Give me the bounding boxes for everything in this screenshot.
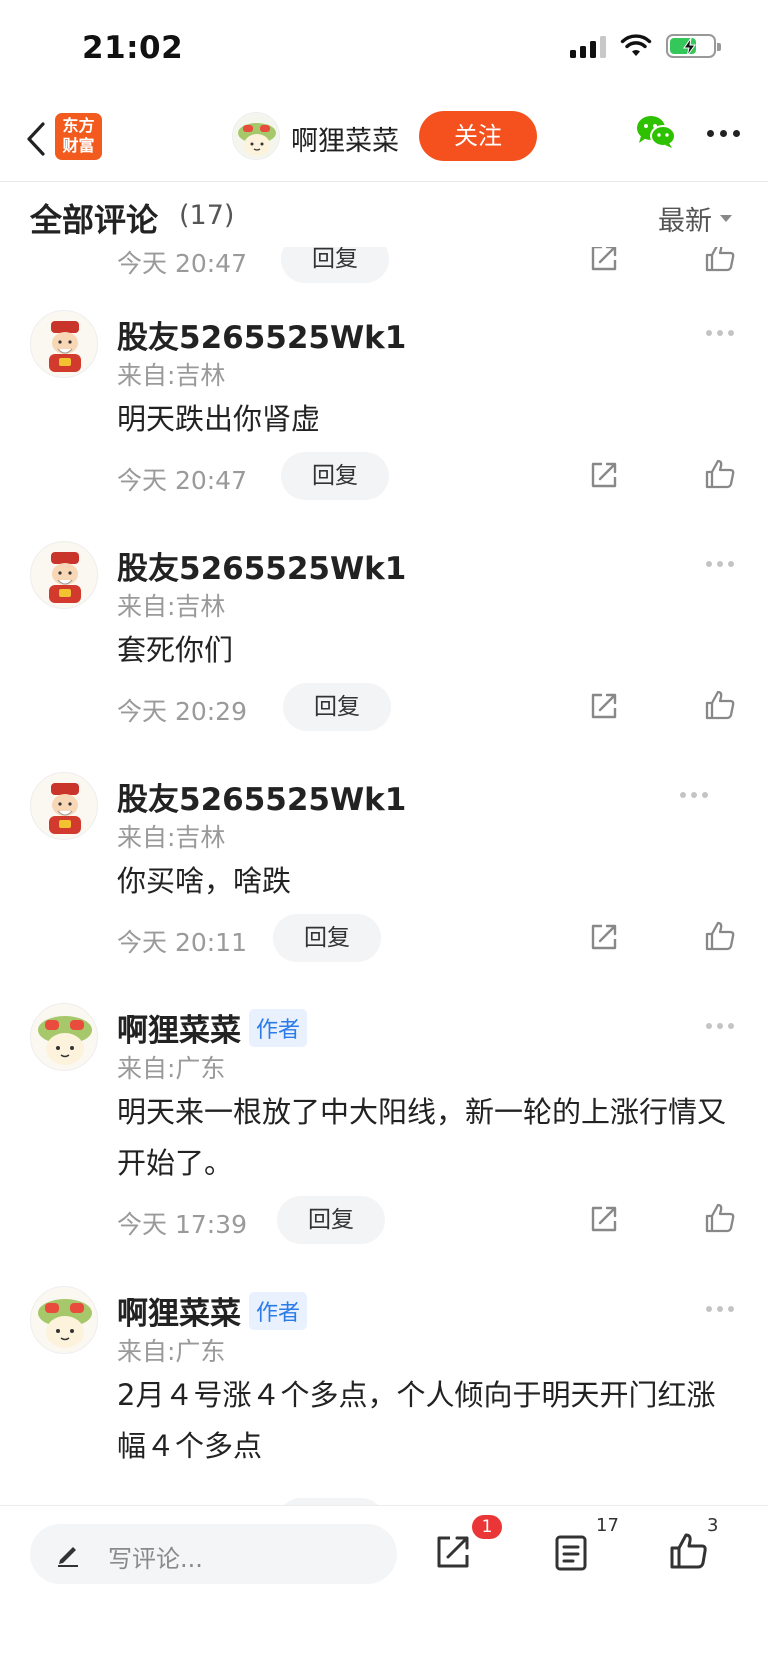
comment-time: 今天 20:11 xyxy=(117,928,247,957)
toolbar-like-icon[interactable] xyxy=(668,1530,710,1572)
comment-list-icon[interactable] xyxy=(553,1533,589,1573)
like-icon[interactable] xyxy=(703,1201,737,1235)
author-comment-avatar[interactable] xyxy=(30,1003,98,1071)
follow-button[interactable]: 关注 xyxy=(419,111,537,161)
toolbar-share-icon[interactable] xyxy=(433,1532,473,1572)
comment-action-row: 今天 20:11 回复 xyxy=(0,914,768,964)
username-text: 股友5265525Wk1 xyxy=(117,782,407,818)
comment-action-row: 今天 20:29 回复 xyxy=(0,683,768,733)
comment-time: 今天 20:47 xyxy=(117,466,247,495)
comments-header: 全部评论 (17) 最新 xyxy=(0,183,768,247)
comment-text: 你买啥，啥跌 xyxy=(117,864,292,898)
comment-location: 来自:广东 xyxy=(117,1054,226,1083)
wifi-icon xyxy=(620,34,652,56)
reply-button[interactable] xyxy=(277,1498,385,1505)
comments-count: (17) xyxy=(179,200,235,231)
comment-location: 来自:广东 xyxy=(117,1337,226,1366)
logo-text-line1: 东方 xyxy=(62,116,95,135)
comment-count: 17 xyxy=(596,1515,619,1536)
nav-bar: 东方 财富 啊狸菜菜 关注 xyxy=(0,100,768,182)
reply-button[interactable]: 回复 xyxy=(281,247,389,283)
sort-caret-icon xyxy=(720,215,732,222)
eastmoney-logo[interactable]: 东方 财富 xyxy=(55,113,102,160)
like-icon[interactable] xyxy=(703,457,737,491)
comments-title: 全部评论 xyxy=(30,201,159,239)
like-icon[interactable] xyxy=(703,247,737,274)
comment-text: 明天来一根放了中大阳线，新一轮的上涨行情又开始了。 xyxy=(117,1095,727,1180)
comment-input-placeholder: 写评论... xyxy=(108,1545,203,1573)
comment-text: 2月４号涨４个多点，个人倾向于明天开门红涨幅４个多点 xyxy=(117,1378,716,1463)
comment-location: 来自:吉林 xyxy=(117,592,226,621)
comment-time: 今天 20:29 xyxy=(117,697,247,726)
comment-more-icon[interactable] xyxy=(706,330,734,336)
sort-label: 最新 xyxy=(658,206,712,237)
status-time: 21:02 xyxy=(82,30,184,66)
comment-action-row: 今天 20:47 回复 xyxy=(0,452,768,502)
comment-username[interactable]: 啊狸菜菜 作者 xyxy=(117,1288,308,1333)
comment-more-icon[interactable] xyxy=(706,561,734,567)
comment-more-icon[interactable] xyxy=(706,1306,734,1312)
logo-text-line2: 财富 xyxy=(62,136,95,155)
share-icon[interactable] xyxy=(588,1203,620,1235)
author-badge: 作者 xyxy=(249,1008,308,1047)
sort-select[interactable]: 最新 xyxy=(658,199,732,238)
comment-more-icon[interactable] xyxy=(680,792,708,798)
author-comment-avatar[interactable] xyxy=(30,1286,98,1354)
user-avatar[interactable] xyxy=(30,310,98,378)
nav-username[interactable]: 啊狸菜菜 xyxy=(291,119,399,158)
comment-location: 来自:吉林 xyxy=(117,823,226,852)
status-icons xyxy=(570,34,721,58)
share-icon[interactable] xyxy=(588,459,620,491)
like-icon[interactable] xyxy=(703,688,737,722)
username-text: 股友5265525Wk1 xyxy=(117,320,407,356)
comment-list[interactable]: 今天 20:47 回复 股友5265525Wk1 来自:吉林 明天跌出你肾虚 今… xyxy=(0,247,768,1505)
reply-button[interactable]: 回复 xyxy=(277,1196,385,1244)
comment-text: 明天跌出你肾虚 xyxy=(117,402,321,436)
share-icon[interactable] xyxy=(588,921,620,953)
author-avatar[interactable] xyxy=(232,112,280,160)
like-icon[interactable] xyxy=(703,919,737,953)
comment-username[interactable]: 股友5265525Wk1 xyxy=(117,543,406,588)
comment-more-icon[interactable] xyxy=(706,1023,734,1029)
comment-location: 来自:吉林 xyxy=(117,361,226,390)
comment-text: 套死你们 xyxy=(117,633,234,667)
comment-action-row: 今天 20:47 回复 xyxy=(0,247,768,285)
reply-button[interactable]: 回复 xyxy=(283,683,391,731)
reply-button[interactable]: 回复 xyxy=(273,914,381,962)
comment-username[interactable]: 股友5265525Wk1 xyxy=(117,312,406,357)
comment-time: 今天 20:47 xyxy=(117,249,247,278)
wechat-share-icon[interactable] xyxy=(635,114,677,154)
battery-icon xyxy=(666,34,721,58)
comment-action-row: 今天 17:39 回复 xyxy=(0,1196,768,1246)
username-text: 啊狸菜菜 xyxy=(117,1013,241,1049)
comment-username[interactable]: 啊狸菜菜 作者 xyxy=(117,1005,308,1050)
more-options-icon[interactable] xyxy=(707,130,740,137)
share-icon[interactable] xyxy=(588,690,620,722)
user-avatar[interactable] xyxy=(30,772,98,840)
comment-username[interactable]: 股友5265525Wk1 xyxy=(117,774,406,819)
username-text: 股友5265525Wk1 xyxy=(117,551,407,587)
author-badge: 作者 xyxy=(249,1291,308,1330)
share-count-badge: 1 xyxy=(472,1515,502,1539)
pencil-icon xyxy=(58,1547,78,1567)
comment-time: 今天 17:39 xyxy=(117,1210,247,1239)
like-count: 3 xyxy=(707,1515,719,1536)
user-avatar[interactable] xyxy=(30,541,98,609)
comment-input[interactable]: 写评论... xyxy=(30,1524,397,1584)
reply-button[interactable]: 回复 xyxy=(281,452,389,500)
back-icon[interactable] xyxy=(16,116,56,162)
bottom-toolbar: 写评论... 1 17 3 xyxy=(0,1505,768,1663)
username-text: 啊狸菜菜 xyxy=(117,1296,241,1332)
status-bar: 21:02 xyxy=(0,0,768,100)
cellular-signal-icon xyxy=(570,34,606,58)
share-icon[interactable] xyxy=(588,247,620,274)
